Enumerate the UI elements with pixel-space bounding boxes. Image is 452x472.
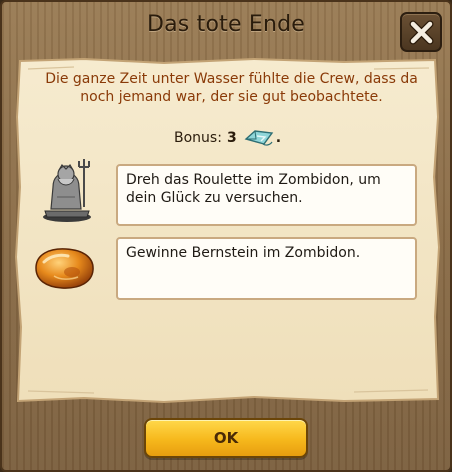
quest-description: Die ganze Zeit unter Wasser fühlte die C… xyxy=(45,71,418,105)
close-button[interactable] xyxy=(400,12,442,52)
bonus-suffix: . xyxy=(275,130,282,146)
amber-stone-icon xyxy=(35,248,94,289)
ok-button[interactable]: OK xyxy=(144,418,308,458)
parchment-panel: Die ganze Zeit unter Wasser fühlte die C… xyxy=(14,57,441,403)
map-scroll-icon xyxy=(244,130,273,146)
bonus-label: Bonus: xyxy=(174,130,222,146)
dialog-title: Das tote Ende xyxy=(146,12,306,37)
quest-dialog: Das tote Ende Die ganze Zeit unter Wasse… xyxy=(0,0,452,472)
task-description-2: Gewinne Bernstein im Zombidon. xyxy=(116,237,417,300)
task-description-1: Dreh das Roulette im Zombidon, um dein G… xyxy=(116,164,417,226)
parchment-background xyxy=(14,57,441,403)
poseidon-statue-icon xyxy=(43,159,91,222)
title-bar: Das tote Ende xyxy=(12,8,440,46)
bonus-value: 3 xyxy=(226,130,237,146)
bonus-line: Bonus: 3 . xyxy=(174,127,281,149)
close-x-icon xyxy=(409,20,434,45)
